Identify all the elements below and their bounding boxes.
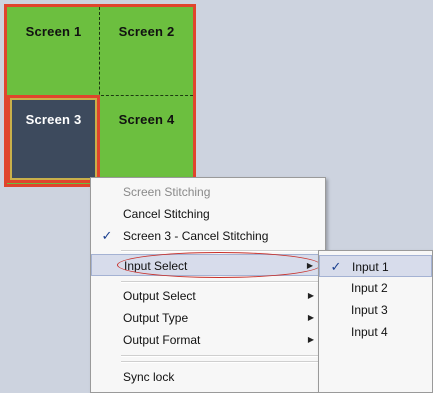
check-icon: ✓: [330, 259, 342, 274]
chevron-right-icon: ▶: [307, 291, 314, 300]
screen-label: Screen 4: [118, 112, 175, 127]
submenu-item-input-1[interactable]: ✓ Input 1: [319, 255, 432, 277]
menu-item-sync-lock[interactable]: Sync lock: [91, 366, 325, 388]
menu-separator: [121, 355, 321, 357]
submenu-item-label: Input 3: [351, 303, 388, 317]
submenu-item-input-4[interactable]: Input 4: [319, 321, 432, 343]
submenu-item-input-2[interactable]: Input 2: [319, 277, 432, 299]
menu-item-output-select[interactable]: Output Select ▶: [91, 285, 325, 307]
screen-cell-4[interactable]: Screen 4: [100, 95, 193, 183]
screen-cell-3[interactable]: Screen 3: [7, 95, 100, 183]
screen-label: Screen 2: [118, 24, 175, 39]
context-menu: Screen Stitching Cancel Stitching ✓ Scre…: [90, 177, 326, 393]
screen-cell-1[interactable]: Screen 1: [7, 7, 100, 95]
submenu-item-input-3[interactable]: Input 3: [319, 299, 432, 321]
menu-separator: [121, 281, 321, 283]
menu-item-label: Screen 3 - Cancel Stitching: [123, 229, 269, 243]
submenu-item-label: Input 1: [352, 260, 389, 274]
screen-cell-2[interactable]: Screen 2: [100, 7, 193, 95]
input-select-submenu: ✓ Input 1 Input 2 Input 3 Input 4: [318, 250, 433, 393]
submenu-item-label: Input 2: [351, 281, 388, 295]
chevron-right-icon: ▶: [307, 313, 314, 322]
screen-grid: Screen 1 Screen 2 Screen 4 Screen 3: [4, 4, 196, 187]
screen-label: Screen 3: [25, 112, 82, 127]
menu-item-cancel-stitching[interactable]: Cancel Stitching: [91, 203, 325, 225]
menu-item-label: Sync lock: [123, 370, 175, 384]
menu-item-label: Output Select: [123, 289, 196, 303]
menu-separator: [121, 250, 321, 252]
menu-item-label: Cancel Stitching: [123, 207, 210, 221]
menu-item-output-format[interactable]: Output Format ▶: [91, 329, 325, 351]
chevron-right-icon: ▶: [307, 335, 314, 344]
menu-item-label: Output Type: [123, 311, 189, 325]
screen-label: Screen 1: [25, 24, 82, 39]
submenu-item-label: Input 4: [351, 325, 388, 339]
menu-item-label: Input Select: [124, 259, 188, 273]
menu-item-output-type[interactable]: Output Type ▶: [91, 307, 325, 329]
check-icon: ✓: [101, 228, 113, 243]
chevron-right-icon: ▶: [306, 261, 313, 270]
menu-item-screen3-cancel-stitching[interactable]: ✓ Screen 3 - Cancel Stitching: [91, 225, 325, 247]
menu-item-screen-stitching: Screen Stitching: [91, 181, 325, 203]
menu-item-label: Screen Stitching: [123, 185, 211, 199]
menu-item-input-select[interactable]: Input Select ▶: [91, 252, 325, 278]
menu-item-label: Output Format: [123, 333, 201, 347]
menu-separator: [121, 361, 321, 363]
